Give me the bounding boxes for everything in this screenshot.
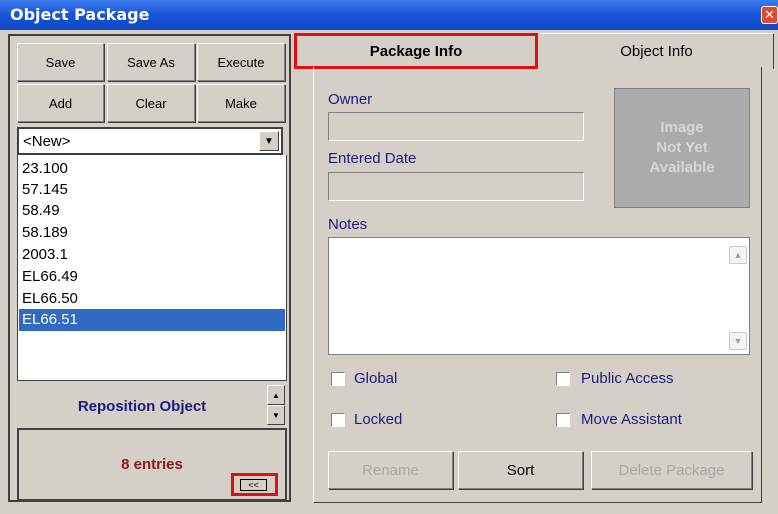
clear-button[interactable]: Clear <box>107 84 195 122</box>
save-button[interactable]: Save <box>17 43 104 81</box>
owner-field[interactable] <box>328 112 584 141</box>
owner-label: Owner <box>328 91 373 108</box>
sort-button[interactable]: Sort <box>458 451 583 489</box>
list-item-selected[interactable]: EL66.51 <box>19 309 285 331</box>
package-select[interactable]: <New> ▼ <box>17 127 283 155</box>
image-placeholder-line: Available <box>649 159 715 176</box>
move-assistant-label: Move Assistant <box>581 411 682 428</box>
package-select-value: <New> <box>23 133 71 150</box>
public-access-label: Public Access <box>581 370 674 387</box>
list-item[interactable]: EL66.49 <box>19 266 285 288</box>
list-item[interactable]: 57.145 <box>19 179 285 201</box>
close-icon[interactable]: ✕ <box>761 6 778 24</box>
make-button[interactable]: Make <box>197 84 285 122</box>
rename-button[interactable]: Rename <box>328 451 453 489</box>
tab-object-info[interactable]: Object Info <box>540 33 774 69</box>
save-as-button[interactable]: Save As <box>107 43 195 81</box>
image-placeholder: Image Not Yet Available <box>614 88 750 208</box>
locked-label: Locked <box>354 411 403 428</box>
public-access-checkbox[interactable] <box>556 372 570 386</box>
spin-up-icon[interactable]: ▲ <box>267 385 285 405</box>
reposition-object-label: Reposition Object <box>77 397 207 415</box>
package-list[interactable]: 23.100 57.145 58.49 58.189 2003.1 EL66.4… <box>17 155 287 381</box>
list-item[interactable]: 23.100 <box>19 158 285 180</box>
chevron-down-icon[interactable]: ▼ <box>259 131 279 151</box>
list-item[interactable]: 2003.1 <box>19 244 285 266</box>
scroll-down-icon[interactable]: ▼ <box>729 332 747 350</box>
tab-package-info[interactable]: Package Info <box>294 33 538 69</box>
list-item[interactable]: EL66.50 <box>19 288 285 310</box>
global-checkbox[interactable] <box>331 372 345 386</box>
collapse-button[interactable]: << <box>231 473 278 496</box>
add-button[interactable]: Add <box>17 84 104 122</box>
image-placeholder-line: Not Yet <box>656 139 708 156</box>
notes-label: Notes <box>328 216 368 233</box>
notes-scrollbar[interactable]: ▲ ▼ <box>727 238 749 354</box>
list-item[interactable]: 58.189 <box>19 222 285 244</box>
collapse-button-label: << <box>240 479 267 491</box>
window-title: Object Package <box>10 5 150 24</box>
reposition-spinner[interactable]: ▲ ▼ <box>267 385 285 427</box>
global-label: Global <box>354 370 398 387</box>
execute-button[interactable]: Execute <box>197 43 285 81</box>
image-placeholder-line: Image <box>660 119 704 136</box>
locked-checkbox[interactable] <box>331 413 345 427</box>
entries-count: 8 entries <box>121 456 183 473</box>
entered-date-field[interactable] <box>328 172 584 201</box>
scroll-up-icon[interactable]: ▲ <box>729 246 747 264</box>
move-assistant-checkbox[interactable] <box>556 413 570 427</box>
title-bar: Object Package ✕ <box>0 0 778 30</box>
entered-date-label: Entered Date <box>328 150 417 167</box>
spin-down-icon[interactable]: ▼ <box>267 405 285 425</box>
list-item[interactable]: 58.49 <box>19 200 285 222</box>
notes-textarea[interactable]: ▲ ▼ <box>328 237 750 355</box>
delete-package-button[interactable]: Delete Package <box>591 451 752 489</box>
